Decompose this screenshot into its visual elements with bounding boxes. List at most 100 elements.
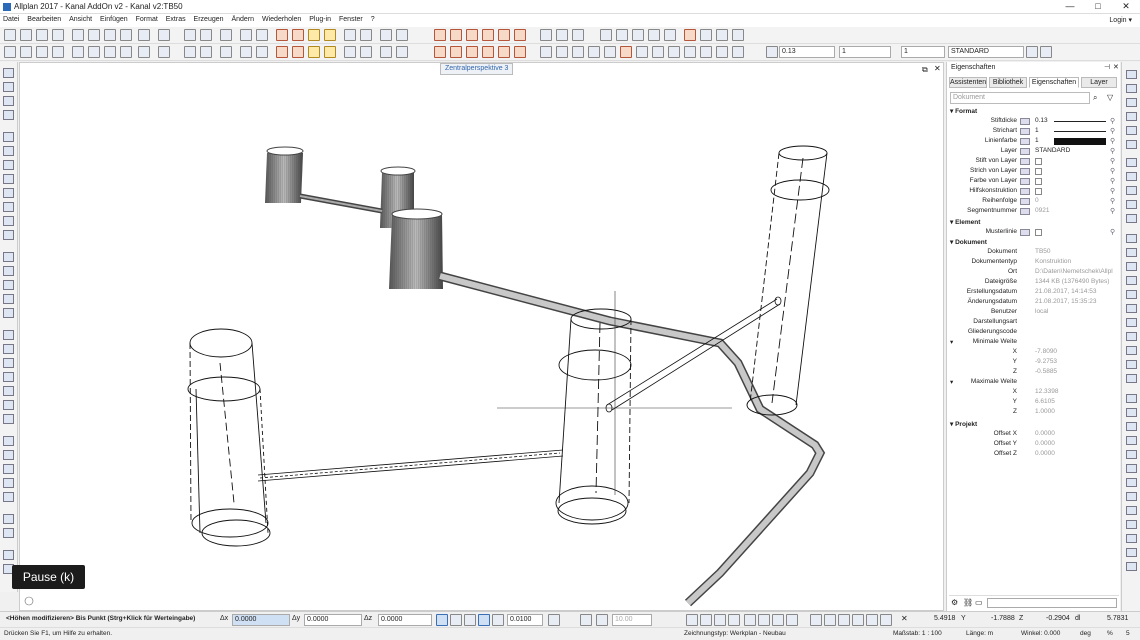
undo-icon[interactable]: [138, 29, 150, 41]
snap-intersection-icon[interactable]: [786, 614, 798, 626]
pen-icon[interactable]: [766, 46, 778, 58]
menu-fenster[interactable]: Fenster: [336, 14, 366, 23]
eyedropper-icon[interactable]: ⚲: [1110, 117, 1115, 125]
snap-grid2-icon[interactable]: [852, 614, 864, 626]
dimension-icon[interactable]: [716, 29, 728, 41]
drawing-type[interactable]: Zeichnungstyp: Werkplan - Neubau: [684, 630, 786, 637]
eyedropper-icon[interactable]: ⚲: [1110, 197, 1115, 205]
grid-green-icon[interactable]: [3, 464, 14, 474]
zoom-icon[interactable]: [120, 46, 132, 58]
eyedropper-icon[interactable]: ⚲: [1110, 228, 1115, 236]
calculator-icon[interactable]: [200, 29, 212, 41]
tab-layer[interactable]: Layer: [1081, 77, 1117, 88]
dy-input[interactable]: 0.0000: [304, 614, 362, 626]
modify-points-icon[interactable]: [514, 29, 526, 41]
track-icon[interactable]: [450, 614, 462, 626]
eyedropper-icon[interactable]: ⚲: [1110, 147, 1115, 155]
property-row[interactable]: Y 6.6105: [947, 398, 1121, 408]
ortho-icon[interactable]: [464, 614, 476, 626]
hatch-icon[interactable]: [1126, 450, 1137, 459]
symbol-icon[interactable]: [652, 46, 664, 58]
snap-nearest-icon[interactable]: [838, 614, 850, 626]
area-icon[interactable]: [1126, 478, 1137, 487]
stretch-icon[interactable]: [482, 29, 494, 41]
tab-assistenten[interactable]: Assistenten: [949, 77, 987, 88]
wizard-icon[interactable]: [1126, 126, 1137, 135]
rotate-icon[interactable]: [1126, 248, 1137, 257]
paste-icon[interactable]: [104, 29, 116, 41]
direction-icon[interactable]: [548, 614, 560, 626]
drawing-icon[interactable]: [36, 46, 48, 58]
panel-close-icon[interactable]: ✕: [1113, 63, 1119, 71]
snap-end-icon[interactable]: [744, 614, 756, 626]
column-icon[interactable]: [3, 146, 14, 156]
maxweite-header[interactable]: ▾ Maximale Weite: [947, 378, 1121, 388]
door-icon[interactable]: [3, 216, 14, 226]
trim-icon[interactable]: [434, 46, 446, 58]
label-icon[interactable]: [668, 46, 680, 58]
property-row[interactable]: X -7.8090: [947, 348, 1121, 358]
select-icon[interactable]: [184, 46, 196, 58]
property-checkbox[interactable]: [1035, 158, 1042, 165]
link-icon[interactable]: ⛓: [963, 598, 973, 607]
send-back-icon[interactable]: [240, 46, 252, 58]
property-row[interactable]: Erstellungsdatum 21.08.2017, 14:14:53: [947, 288, 1121, 298]
copy-icon[interactable]: [1126, 200, 1137, 209]
menu-wiederholen[interactable]: Wiederholen: [259, 14, 304, 23]
eyedropper-icon[interactable]: ⚲: [1110, 137, 1115, 145]
slab-icon[interactable]: [3, 160, 14, 170]
frame-icon[interactable]: [72, 46, 84, 58]
property-row[interactable]: Z 1.0000: [947, 408, 1121, 418]
table-icon[interactable]: [684, 46, 696, 58]
viewport-restore-icon[interactable]: ⧉: [922, 65, 928, 75]
tag-icon[interactable]: [3, 266, 14, 276]
parallel-icon[interactable]: [1126, 214, 1137, 223]
text-a-icon[interactable]: [3, 96, 14, 106]
tab-eigenschaften[interactable]: Eigenschaften: [1029, 77, 1079, 88]
format-painter-icon[interactable]: [1040, 46, 1052, 58]
report-icon[interactable]: [3, 400, 14, 410]
render-icon[interactable]: [276, 29, 288, 41]
rectangle-icon[interactable]: [600, 29, 612, 41]
property-row[interactable]: Farbe von Layer ⚲: [947, 177, 1121, 187]
measure-icon[interactable]: [184, 29, 196, 41]
copy-format-icon[interactable]: [380, 46, 392, 58]
property-row[interactable]: Offset Y 0.0000: [947, 440, 1121, 450]
elevation-icon[interactable]: [1126, 520, 1137, 529]
chamfer-icon[interactable]: [514, 46, 526, 58]
minweite-header[interactable]: ▾ Minimale Weite: [947, 338, 1121, 348]
layout-icon[interactable]: [4, 46, 16, 58]
property-checkbox[interactable]: [1035, 178, 1042, 185]
property-row[interactable]: Y -9.2753: [947, 358, 1121, 368]
eyedropper-icon[interactable]: ⚲: [1110, 187, 1115, 195]
export-icon[interactable]: [396, 46, 408, 58]
frame-view-icon[interactable]: [360, 46, 372, 58]
building-icon[interactable]: [52, 46, 64, 58]
property-row[interactable]: Dokument TB50: [947, 248, 1121, 258]
menu-format[interactable]: Format: [133, 14, 161, 23]
cube-icon[interactable]: [220, 29, 232, 41]
reinforcement-icon[interactable]: [3, 252, 14, 262]
arrow-icon[interactable]: [3, 450, 14, 460]
properties-icon[interactable]: [3, 492, 14, 502]
eyedropper-icon[interactable]: ⚲: [1110, 167, 1115, 175]
detail-icon[interactable]: [1126, 534, 1137, 543]
point-icon[interactable]: [572, 29, 584, 41]
property-checkbox[interactable]: [1035, 229, 1042, 236]
table-icon[interactable]: [3, 478, 14, 488]
window-icon[interactable]: [88, 46, 100, 58]
property-row[interactable]: Änderungsdatum 21.08.2017, 15:35:23: [947, 298, 1121, 308]
snap-icon[interactable]: [158, 46, 170, 58]
dx-input[interactable]: 0.0000: [232, 614, 290, 626]
viewport-3d[interactable]: [19, 62, 944, 611]
attribute-icon[interactable]: [716, 46, 728, 58]
close-button[interactable]: ✕: [1112, 0, 1140, 14]
label-icon[interactable]: [1126, 548, 1137, 557]
property-row[interactable]: Reihenfolge ⚲ 0: [947, 197, 1121, 207]
edit-icon[interactable]: [1126, 172, 1137, 181]
group-icon[interactable]: [220, 46, 232, 58]
pen-thickness-select[interactable]: 0.13: [779, 46, 835, 58]
menu-plugin[interactable]: Plug-in: [306, 14, 334, 23]
property-row[interactable]: Offset X 0.0000: [947, 430, 1121, 440]
section-element[interactable]: ▾ Element: [950, 218, 980, 226]
